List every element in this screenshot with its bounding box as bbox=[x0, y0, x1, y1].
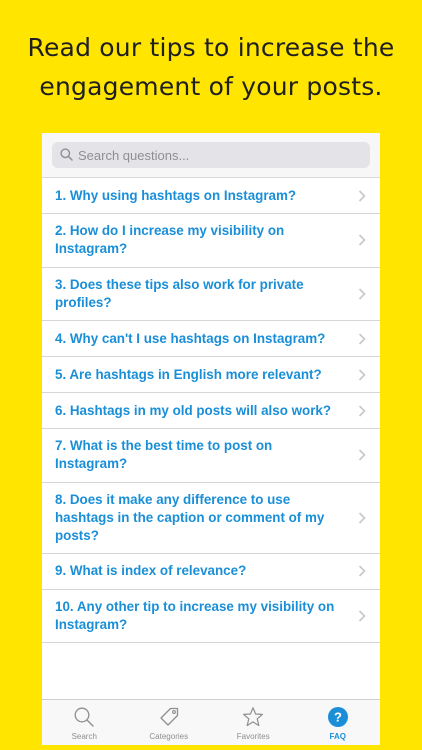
star-icon bbox=[243, 707, 264, 727]
tab-label: FAQ bbox=[329, 732, 346, 741]
faq-question: 3. Does these tips also work for private… bbox=[55, 276, 304, 310]
faq-item[interactable]: 2. How do I increase my visibility on In… bbox=[42, 214, 380, 268]
faq-question: 2. How do I increase my visibility on In… bbox=[55, 223, 285, 257]
faq-question: 9. What is index of relevance? bbox=[55, 563, 247, 578]
tab-favorites[interactable]: Favorites bbox=[211, 700, 296, 745]
chevron-right-icon bbox=[358, 404, 366, 417]
faq-question: 4. Why can't I use hashtags on Instagram… bbox=[55, 330, 326, 346]
search-bar bbox=[42, 133, 380, 178]
search-icon bbox=[60, 148, 73, 161]
faq-item[interactable]: 3. Does these tips also work for private… bbox=[42, 268, 380, 321]
faq-question: 8. Does it make any difference to use ha… bbox=[55, 491, 325, 543]
promo-headline-line-1: Read our tips to increase the bbox=[27, 33, 395, 62]
tab-categories[interactable]: Categories bbox=[127, 700, 212, 745]
tab-label: Categories bbox=[149, 732, 189, 741]
faq-list: 1. Why using hashtags on Instagram? 2. H… bbox=[42, 178, 380, 643]
app-screen: 1. Why using hashtags on Instagram? 2. H… bbox=[42, 133, 380, 745]
chevron-right-icon bbox=[358, 449, 366, 461]
faq-item[interactable]: 9. What is index of relevance? bbox=[42, 554, 380, 590]
faq-question: 10. Any other tip to increase my visibil… bbox=[55, 598, 335, 632]
faq-item[interactable]: 1. Why using hashtags on Instagram? bbox=[42, 178, 380, 214]
chevron-right-icon bbox=[358, 610, 366, 622]
tab-bar: Search Categories Favorites ? FAQ bbox=[42, 699, 380, 745]
tab-label: Search bbox=[71, 732, 97, 741]
promo-headline-line-2: engagement of your posts. bbox=[39, 72, 383, 101]
tab-faq[interactable]: ? FAQ bbox=[296, 700, 381, 745]
faq-question: 6. Hashtags in my old posts will also wo… bbox=[55, 402, 332, 418]
faq-question: 7. What is the best time to post on Inst… bbox=[55, 438, 273, 472]
question-icon: ? bbox=[327, 707, 348, 727]
faq-question: 1. Why using hashtags on Instagram? bbox=[55, 187, 297, 203]
faq-item[interactable]: 7. What is the best time to post on Inst… bbox=[42, 429, 380, 483]
chevron-right-icon bbox=[358, 332, 366, 345]
search-input[interactable] bbox=[76, 142, 363, 168]
chevron-right-icon bbox=[358, 234, 366, 246]
chevron-right-icon bbox=[358, 565, 366, 577]
search-field[interactable] bbox=[52, 142, 370, 168]
faq-item[interactable]: 5. Are hashtags in English more relevant… bbox=[42, 357, 380, 393]
chevron-right-icon bbox=[358, 288, 366, 300]
faq-item[interactable]: 10. Any other tip to increase my visibil… bbox=[42, 590, 380, 643]
faq-question: 5. Are hashtags in English more relevant… bbox=[55, 366, 322, 382]
promo-headline: Read our tips to increase the engagement… bbox=[0, 28, 422, 106]
chevron-right-icon bbox=[358, 189, 366, 202]
search-icon bbox=[74, 707, 94, 727]
faq-item[interactable]: 4. Why can't I use hashtags on Instagram… bbox=[42, 321, 380, 357]
chevron-right-icon bbox=[358, 368, 366, 381]
faq-item[interactable]: 8. Does it make any difference to use ha… bbox=[42, 483, 380, 554]
svg-text:?: ? bbox=[334, 710, 342, 725]
chevron-right-icon bbox=[358, 511, 366, 524]
faq-item[interactable]: 6. Hashtags in my old posts will also wo… bbox=[42, 393, 380, 429]
tag-icon bbox=[160, 707, 178, 726]
tab-label: Favorites bbox=[236, 732, 270, 741]
tab-search[interactable]: Search bbox=[42, 700, 127, 745]
